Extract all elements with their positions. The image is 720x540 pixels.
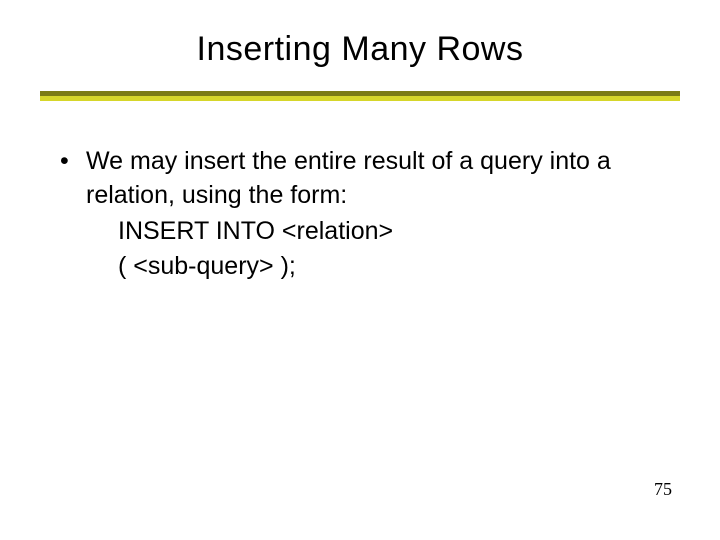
title-divider <box>40 91 680 101</box>
slide-title: Inserting Many Rows <box>40 30 680 69</box>
slide: Inserting Many Rows • We may insert the … <box>0 0 720 540</box>
bullet-text: We may insert the entire result of a que… <box>86 145 680 213</box>
code-line-2: ( <sub-query> ); <box>58 250 680 284</box>
bullet-marker: • <box>58 145 86 213</box>
divider-bar-light <box>40 96 680 101</box>
slide-body: • We may insert the entire result of a q… <box>40 145 680 284</box>
bullet-item: • We may insert the entire result of a q… <box>58 145 680 213</box>
page-number: 75 <box>654 479 672 500</box>
code-line-1: INSERT INTO <relation> <box>58 215 680 249</box>
